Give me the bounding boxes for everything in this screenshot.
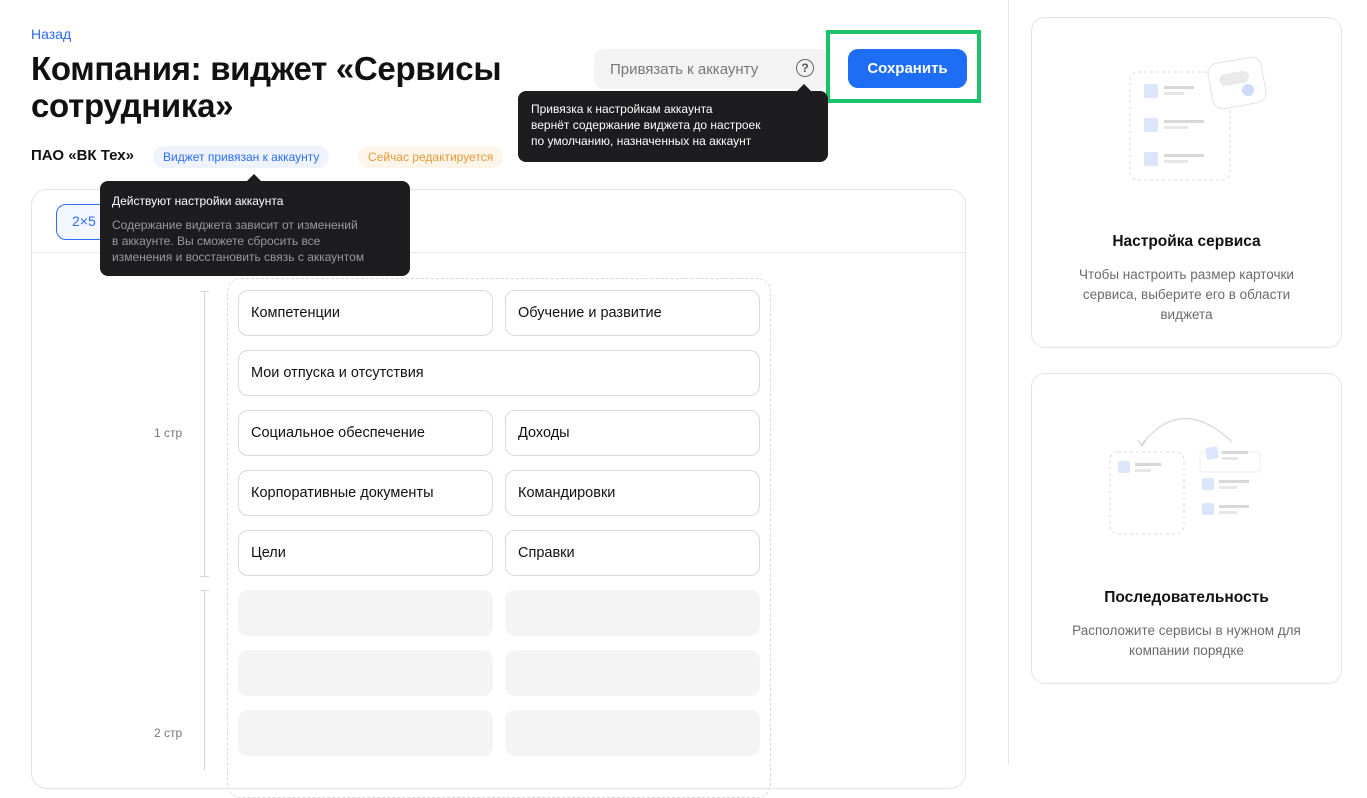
linked-badge[interactable]: Виджет привязан к аккаунту	[153, 146, 330, 168]
tooltip-account: Действуют настройки аккаунта Содержание …	[100, 181, 410, 276]
empty-slot[interactable]	[505, 590, 760, 636]
range-tick	[200, 576, 209, 577]
bind-to-account-label: Привязать к аккаунту	[610, 60, 759, 78]
tooltip-account-line: Содержание виджета зависит от изменений	[112, 218, 358, 232]
page-title: Компания: виджет «Сервисы сотрудника»	[31, 50, 502, 124]
tooltip-account-line: в аккаунте. Вы сможете сбросить все	[112, 234, 321, 248]
editing-badge: Сейчас редактируется	[358, 146, 504, 168]
service-tile[interactable]: Обучение и развитие	[505, 290, 760, 336]
service-tile[interactable]: Социальное обеспечение	[238, 410, 493, 456]
service-tile[interactable]: Компетенции	[238, 290, 493, 336]
empty-slot[interactable]	[238, 650, 493, 696]
tooltip-bind-line: по умолчанию, назначенных на аккаунт	[531, 134, 752, 148]
bind-to-account-button[interactable]: Привязать к аккаунту ?	[594, 49, 828, 89]
back-link[interactable]: Назад	[31, 26, 71, 42]
service-tile[interactable]: Доходы	[505, 410, 760, 456]
service-tile[interactable]: Корпоративные документы	[238, 470, 493, 516]
page1-range-line	[204, 291, 205, 576]
service-tile[interactable]: Мои отпуска и отсутствия	[238, 350, 760, 396]
tooltip-bind: Привязка к настройкам аккаунта вернёт со…	[518, 91, 828, 162]
service-setup-title: Настройка сервиса	[1112, 233, 1261, 250]
empty-slot[interactable]	[238, 590, 493, 636]
save-button[interactable]: Сохранить	[848, 49, 967, 88]
tooltip-account-title: Действуют настройки аккаунта	[112, 194, 284, 208]
sequence-text: Расположите сервисы в нужном для компани…	[1072, 623, 1301, 658]
company-name: ПАО «ВК Тех»	[31, 147, 134, 164]
help-icon[interactable]: ?	[796, 59, 814, 77]
sequence-illustration	[1109, 418, 1261, 535]
service-tile[interactable]: Цели	[238, 530, 493, 576]
page2-range-line	[204, 590, 205, 770]
tooltip-bind-line: Привязка к настройкам аккаунта	[531, 102, 713, 116]
page2-label: 2 стр	[154, 726, 183, 740]
empty-slot[interactable]	[505, 650, 760, 696]
service-setup-text: Чтобы настроить размер карточки сервиса,…	[1079, 267, 1294, 322]
tooltip-bind-line: вернёт содержание виджета до настроек	[531, 118, 761, 132]
sequence-card: Последовательность Расположите сервисы в…	[1031, 373, 1342, 684]
service-setup-illustration	[1129, 56, 1267, 181]
main-area: Назад Компания: виджет «Сервисы сотрудни…	[0, 0, 1008, 798]
service-setup-card: Настройка сервиса Чтобы настроить размер…	[1031, 17, 1342, 348]
service-tile[interactable]: Командировки	[505, 470, 760, 516]
page1-label: 1 стр	[154, 426, 183, 440]
empty-slot[interactable]	[238, 710, 493, 756]
empty-slot[interactable]	[505, 710, 760, 756]
service-tile[interactable]: Справки	[505, 530, 760, 576]
sequence-title: Последовательность	[1104, 589, 1269, 606]
range-tick	[200, 291, 209, 292]
tooltip-account-line: изменения и восстановить связь с аккаунт…	[112, 250, 365, 264]
range-tick	[200, 590, 209, 591]
